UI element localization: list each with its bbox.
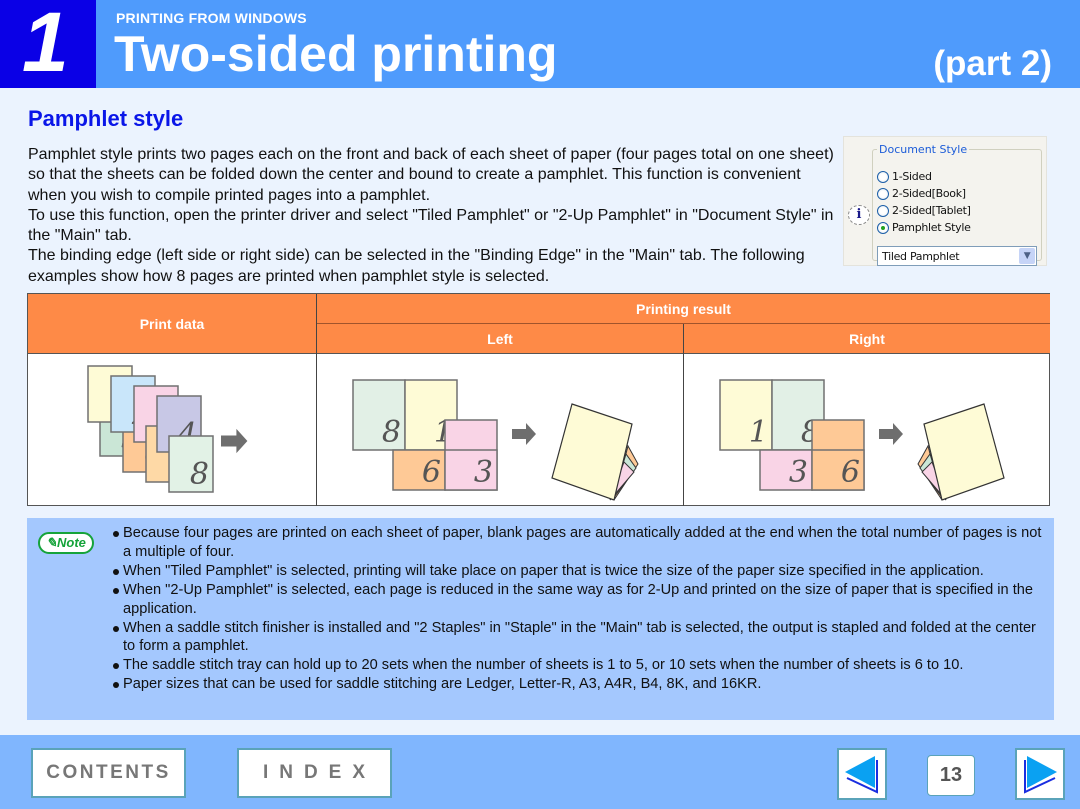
radio-2-sided-book[interactable]: 2-Sided[Book] [877, 187, 966, 200]
arrow-icon [879, 423, 903, 445]
page-number-label: 3 [474, 455, 493, 490]
radio-pamphlet-style[interactable]: Pamphlet Style [877, 221, 971, 234]
page-number: 13 [927, 755, 975, 796]
radio-icon [877, 170, 889, 183]
document-style-label: Document Style [879, 143, 968, 156]
arrow-icon [221, 428, 248, 454]
arrow-icon [512, 423, 536, 445]
folded-pamphlet [917, 403, 1005, 501]
footer-nav: CONTENTS INDEX 13 [0, 735, 1080, 809]
left-result-cell: 8163 [317, 354, 683, 506]
header-left: Left [317, 324, 683, 353]
note-item: Because four pages are printed on each s… [113, 524, 1048, 562]
radio-2-sided-tablet[interactable]: 2-Sided[Tablet] [877, 204, 971, 217]
chevron-down-icon[interactable]: ▼ [1019, 248, 1035, 264]
section-heading: Pamphlet style [28, 106, 184, 131]
note-badge-label: Note [57, 535, 86, 550]
note-list: Because four pages are printed on each s… [113, 524, 1048, 694]
note-badge: ✎Note [38, 532, 94, 554]
radio-label: 2-Sided[Book] [892, 187, 966, 200]
intro-paragraph: Pamphlet style prints two pages each on … [28, 146, 834, 204]
note-item: When "Tiled Pamphlet" is selected, print… [113, 562, 1048, 581]
print-data-cell: 51623748 [28, 354, 316, 506]
select-value: Tiled Pamphlet [882, 250, 960, 263]
page-number-label: 1 [749, 415, 768, 450]
note-item: The saddle stitch tray can hold up to 20… [113, 656, 1048, 675]
part-label: (part 2) [933, 44, 1052, 83]
header-print-data: Print data [28, 294, 316, 353]
document-style-group: Document Style 1-Sided 2-Sided[Book] 2-S… [872, 143, 1042, 266]
pamphlet-example-table: Print data Printing result Left Right 51… [27, 293, 1050, 506]
note-box: ✎Note Because four pages are printed on … [27, 518, 1054, 720]
right-result-cell: 1836 [684, 354, 1050, 506]
index-button[interactable]: INDEX [237, 748, 392, 798]
radio-icon [877, 187, 889, 200]
note-item: When a saddle stitch finisher is install… [113, 619, 1048, 657]
pamphlet-type-select[interactable]: Tiled Pamphlet ▼ [877, 246, 1037, 266]
radio-label: 1-Sided [892, 170, 932, 183]
left-binding-illustration: 8 16 3 [352, 379, 639, 501]
page-number-label: 8 [382, 415, 401, 450]
radio-selected-icon [877, 221, 889, 234]
print-data-illustration: 51623748 [87, 365, 248, 493]
radio-label: 2-Sided[Tablet] [892, 204, 971, 217]
header-printing-result: Printing result [317, 294, 1050, 323]
chapter-number: 1 [22, 0, 69, 89]
right-binding-illustration: 1 83 6 [719, 379, 1005, 501]
next-page-button[interactable] [1015, 748, 1065, 800]
info-icon: i [848, 205, 870, 225]
document-style-dialog: i Document Style 1-Sided 2-Sided[Book] 2… [843, 136, 1047, 266]
page-number-label: 3 [789, 455, 808, 490]
contents-button[interactable]: CONTENTS [31, 748, 186, 798]
section-label: PRINTING FROM WINDOWS [116, 10, 307, 26]
page-title: Two-sided printing [114, 26, 558, 82]
note-item: Paper sizes that can be used for saddle … [113, 675, 1048, 694]
folded-pamphlet [551, 403, 639, 501]
radio-icon [877, 204, 889, 217]
page-number-label: 6 [841, 455, 860, 490]
intro-paragraph: The binding edge (left side or right sid… [28, 247, 805, 285]
page-number-label: 8 [190, 457, 209, 492]
intro-text: Pamphlet style prints two pages each on … [28, 145, 838, 287]
page-number-label: 6 [422, 455, 441, 490]
pencil-icon: ✎ [46, 535, 57, 550]
header-right: Right [684, 324, 1050, 353]
note-item: When "2-Up Pamphlet" is selected, each p… [113, 581, 1048, 619]
header-banner: 1 PRINTING FROM WINDOWS Two-sided printi… [0, 0, 1080, 88]
prev-arrow-icon [845, 756, 878, 794]
next-arrow-icon [1024, 756, 1057, 794]
radio-1-sided[interactable]: 1-Sided [877, 170, 932, 183]
intro-paragraph: To use this function, open the printer d… [28, 206, 834, 245]
chapter-box: 1 [0, 0, 96, 88]
prev-page-button[interactable] [837, 748, 887, 800]
radio-label: Pamphlet Style [892, 221, 971, 234]
